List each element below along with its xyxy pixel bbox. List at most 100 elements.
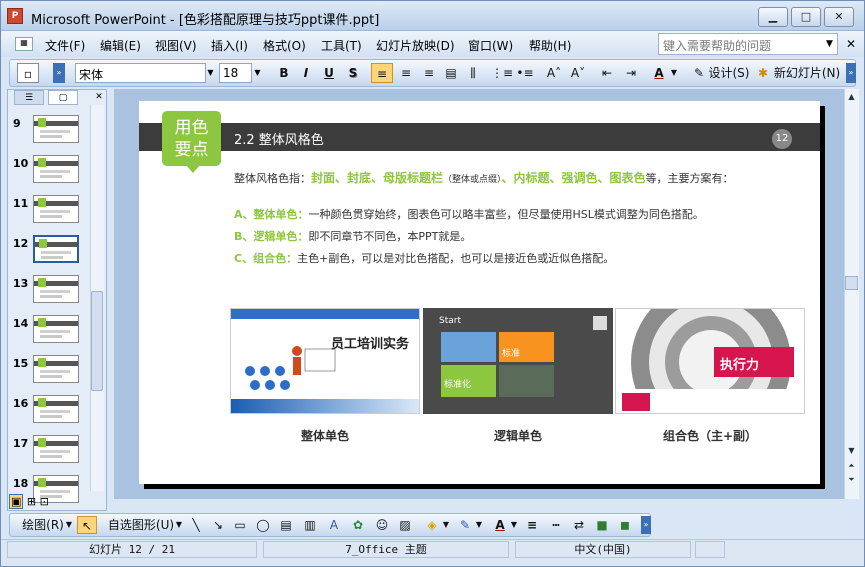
dash-style-icon[interactable]: ┅ <box>547 516 565 534</box>
wordart-icon[interactable]: A <box>325 516 343 534</box>
arrow-style-icon[interactable]: ⇄ <box>570 516 588 534</box>
diagram-icon[interactable]: ✿ <box>349 516 367 534</box>
draw-menu-dropdown-icon[interactable]: ▼ <box>64 516 74 534</box>
toolbar-options-icon[interactable]: » <box>53 63 65 83</box>
menu-file[interactable]: 文件(F) <box>45 37 85 54</box>
bold-button[interactable]: B <box>274 63 294 83</box>
bullets-icon[interactable]: •≡ <box>515 63 535 83</box>
horizontal-scrollbar[interactable] <box>114 499 844 509</box>
new-slide-icon[interactable]: ✱ <box>756 63 770 83</box>
line-color-icon[interactable]: ✎ <box>456 516 474 534</box>
select-pointer-icon[interactable]: ↖ <box>77 516 97 534</box>
example-image-combination-color[interactable]: 执行力 <box>615 308 805 414</box>
slide-thumbnail[interactable] <box>33 315 79 343</box>
oval-tool-icon[interactable]: ◯ <box>254 516 272 534</box>
scroll-down-icon[interactable]: ▼ <box>845 444 858 457</box>
textbox-tool-icon[interactable]: ▤ <box>277 516 295 534</box>
next-slide-icon[interactable]: ⏷ <box>845 473 858 486</box>
close-button[interactable]: ✕ <box>824 7 854 27</box>
numbering-icon[interactable]: ⋮≡ <box>491 63 513 83</box>
slide-thumbnail[interactable] <box>33 155 79 183</box>
shadow-button[interactable]: S <box>343 63 363 83</box>
slide-thumbnail[interactable] <box>33 435 79 463</box>
slide-thumbnail[interactable] <box>33 355 79 383</box>
font-name-dropdown-icon[interactable]: ▼ <box>204 63 217 83</box>
scheme-line-c[interactable]: C、组合色：主色+副色，可以是对比色搭配，也可以是接近色或近似色搭配。 <box>234 250 614 266</box>
menu-insert[interactable]: 插入(I) <box>211 37 248 54</box>
slide-thumbnail[interactable] <box>33 235 79 263</box>
help-dropdown-icon[interactable]: ▼ <box>822 34 837 54</box>
vertical-textbox-icon[interactable]: ▥ <box>301 516 319 534</box>
fill-color-dropdown-icon[interactable]: ▼ <box>441 516 451 534</box>
line-style-icon[interactable]: ≡ <box>523 516 541 534</box>
maximize-button[interactable]: □ <box>791 7 821 27</box>
vertical-scroll-thumb[interactable] <box>845 276 858 290</box>
menu-help[interactable]: 帮助(H) <box>529 37 571 54</box>
draw-font-color-dropdown-icon[interactable]: ▼ <box>509 516 519 534</box>
justify-icon[interactable]: ▤ <box>441 63 461 83</box>
menu-edit[interactable]: 编辑(E) <box>100 37 141 54</box>
rectangle-tool-icon[interactable]: ▭ <box>231 516 249 534</box>
font-color-icon[interactable]: A <box>649 63 669 83</box>
scheme-line-b[interactable]: B、逻辑单色：即不同章节不同色，本PPT就是。 <box>234 228 471 244</box>
close-doc-icon[interactable]: ✕ <box>846 37 856 51</box>
arrow-tool-icon[interactable]: ↘ <box>209 516 227 534</box>
design-icon[interactable]: ✎ <box>691 63 707 83</box>
outline-tab-icon[interactable]: ☰ <box>14 90 44 105</box>
slide-thumbnail[interactable] <box>33 195 79 223</box>
3d-style-icon[interactable]: ◼ <box>616 516 634 534</box>
font-size-select[interactable]: 18 <box>219 63 252 83</box>
thumbnail-scroll-thumb[interactable] <box>91 291 103 391</box>
new-document-icon[interactable]: ▫ <box>17 63 39 83</box>
draw-menu-button[interactable]: 绘图(R) <box>21 516 65 534</box>
increase-indent-icon[interactable]: ⇥ <box>621 63 641 83</box>
minimize-button[interactable]: ▁ <box>758 7 788 27</box>
autoshapes-button[interactable]: 自选图形(U) <box>107 516 175 534</box>
design-button[interactable]: 设计(S) <box>708 63 750 83</box>
fill-color-icon[interactable]: ◈ <box>423 516 441 534</box>
key-points-badge[interactable]: 用色 要点 <box>162 111 221 166</box>
intro-text[interactable]: 整体风格色指：封面、封底、母版标题栏（整体或点缀）、内标题、强调色、图表色等，主… <box>234 169 734 186</box>
menu-format[interactable]: 格式(O) <box>263 37 306 54</box>
slide-thumbnail[interactable] <box>33 395 79 423</box>
align-center-icon[interactable]: ≡ <box>395 63 417 83</box>
underline-button[interactable]: U <box>319 63 339 83</box>
slides-tab-icon[interactable]: ▢ <box>48 90 78 105</box>
decrease-indent-icon[interactable]: ⇤ <box>597 63 617 83</box>
slide-sorter-icon[interactable]: ⊞ <box>27 495 36 508</box>
doc-icon[interactable]: ▦ <box>15 37 33 51</box>
align-left-icon[interactable]: ≡ <box>371 63 393 83</box>
decrease-font-icon[interactable]: A˅ <box>568 63 588 83</box>
slide-thumbnail[interactable] <box>33 115 79 143</box>
slide-title[interactable]: 2.2 整体风格色 <box>234 129 324 148</box>
slideshow-view-icon[interactable]: ⊡ <box>40 495 49 508</box>
draw-font-color-icon[interactable]: A <box>491 516 509 534</box>
panel-close-icon[interactable]: ✕ <box>93 90 105 105</box>
menu-tools[interactable]: 工具(T) <box>321 37 362 54</box>
increase-font-icon[interactable]: A˄ <box>544 63 564 83</box>
font-color-dropdown-icon[interactable]: ▼ <box>669 63 679 83</box>
menu-view[interactable]: 视图(V) <box>155 37 197 54</box>
scroll-up-icon[interactable]: ▲ <box>845 90 858 103</box>
picture-icon[interactable]: ▨ <box>396 516 414 534</box>
example-image-single-color[interactable]: 员工培训实务 <box>230 308 420 414</box>
previous-slide-icon[interactable]: ⏶ <box>845 459 858 472</box>
help-search-input[interactable]: 键入需要帮助的问题 <box>658 33 838 55</box>
vertical-scrollbar[interactable] <box>844 89 859 499</box>
powerpoint-app-icon[interactable]: P <box>7 8 23 24</box>
example-image-logic-color[interactable]: Start 标准 标准化 <box>423 308 613 414</box>
menu-slideshow[interactable]: 幻灯片放映(D) <box>376 37 455 54</box>
distribute-icon[interactable]: ⫼ <box>463 63 483 83</box>
slide-thumbnail[interactable] <box>33 275 79 303</box>
font-size-dropdown-icon[interactable]: ▼ <box>251 63 264 83</box>
font-name-select[interactable]: 宋体 <box>75 63 206 83</box>
new-slide-button[interactable]: 新幻灯片(N) <box>772 63 842 83</box>
menu-window[interactable]: 窗口(W) <box>468 37 513 54</box>
italic-button[interactable]: I <box>296 63 316 83</box>
line-color-dropdown-icon[interactable]: ▼ <box>474 516 484 534</box>
align-right-icon[interactable]: ≡ <box>418 63 440 83</box>
autoshapes-dropdown-icon[interactable]: ▼ <box>174 516 184 534</box>
line-tool-icon[interactable]: ╲ <box>187 516 205 534</box>
shadow-style-icon[interactable]: ■ <box>593 516 611 534</box>
clipart-icon[interactable]: ☺ <box>373 516 391 534</box>
